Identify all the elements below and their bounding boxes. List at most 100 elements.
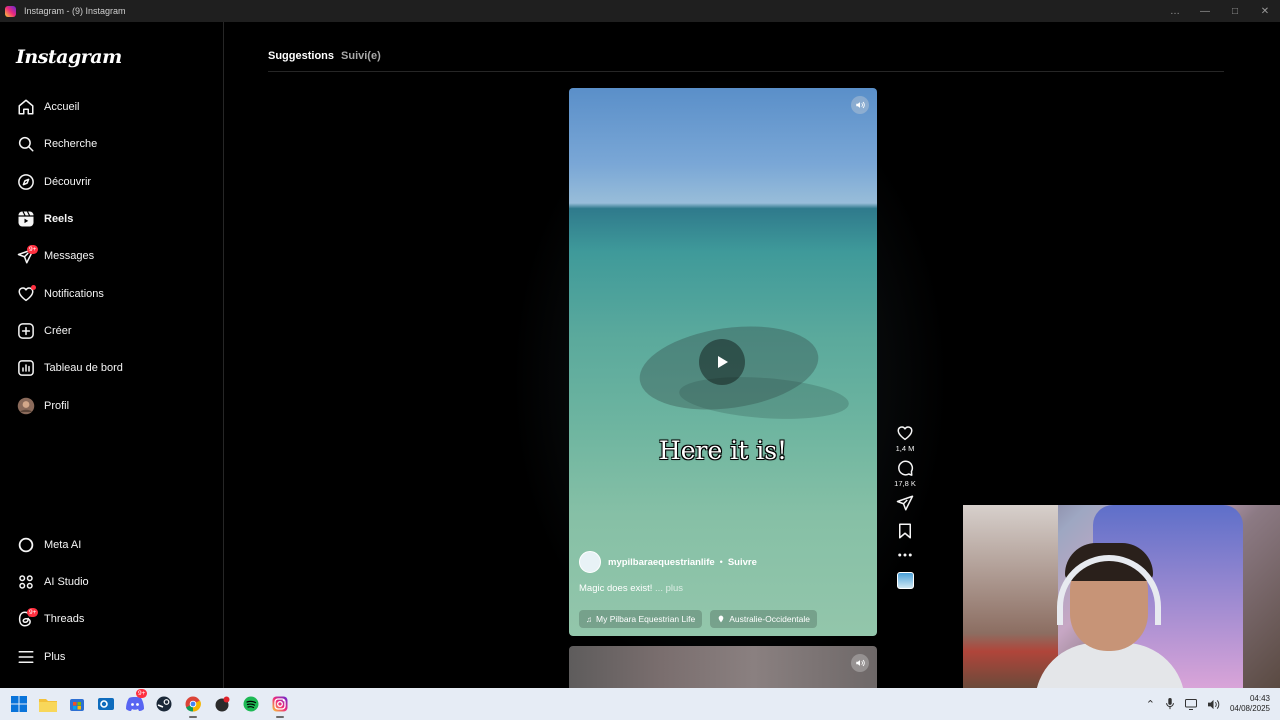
- instagram-logo[interactable]: Instagram: [16, 46, 122, 68]
- spotify-icon[interactable]: [240, 693, 262, 715]
- streamer: [1035, 543, 1185, 688]
- minimize-button[interactable]: —: [1190, 6, 1220, 17]
- discord-badge: 9+: [136, 689, 148, 698]
- menu-icon: [14, 645, 38, 669]
- display-icon[interactable]: [1184, 698, 1197, 710]
- separator: •: [719, 557, 723, 567]
- messages-badge: 9+: [27, 245, 39, 254]
- maximize-button[interactable]: □: [1220, 6, 1250, 17]
- more-options-icon[interactable]: …: [1160, 6, 1190, 17]
- location-name: Australie-Occidentale: [729, 614, 811, 624]
- sidebar-item-label: Découvrir: [44, 176, 92, 188]
- bookmark-icon[interactable]: [896, 522, 914, 540]
- ai-studio-icon: [14, 570, 38, 594]
- app-icon[interactable]: [211, 693, 233, 715]
- clock[interactable]: 04:43 04/08/2025: [1230, 694, 1270, 714]
- store-icon[interactable]: [66, 693, 88, 715]
- sidebar-item-profil[interactable]: Profil: [12, 390, 212, 422]
- reel-meta: ♫ My Pilbara Equestrian Life Australie-O…: [579, 610, 818, 628]
- volume-icon[interactable]: [1207, 699, 1220, 710]
- chevron-up-icon[interactable]: ⌃: [1146, 698, 1155, 711]
- play-icon: [718, 356, 728, 368]
- share-icon[interactable]: [896, 494, 914, 512]
- more-link[interactable]: ... plus: [655, 583, 683, 594]
- clock-date: 04/08/2025: [1229, 704, 1270, 713]
- discord-icon[interactable]: 9+: [124, 689, 148, 715]
- sidebar: Instagram Accueil Recherche Découvrir Re…: [0, 22, 224, 688]
- music-note-icon: ♫: [586, 614, 592, 624]
- instagram-icon[interactable]: [269, 693, 291, 718]
- sidebar-item-creer[interactable]: Créer: [12, 315, 212, 347]
- like-count: 1,4 M: [895, 444, 915, 453]
- location-pill[interactable]: Australie-Occidentale: [710, 610, 818, 628]
- chrome-icon[interactable]: [182, 693, 204, 718]
- sidebar-item-threads[interactable]: 9+ Threads: [12, 603, 212, 635]
- dashboard-icon: [14, 356, 38, 380]
- audio-pill[interactable]: ♫ My Pilbara Equestrian Life: [579, 610, 703, 628]
- sidebar-item-ai-studio[interactable]: AI Studio: [12, 566, 212, 598]
- sound-button[interactable]: [851, 96, 869, 114]
- sidebar-item-notifications[interactable]: Notifications: [12, 278, 212, 310]
- reel-author: mypilbaraequestrianlife • Suivre: [579, 551, 757, 573]
- sidebar-item-label: AI Studio: [44, 576, 89, 588]
- system-tray: ⌃ 04:43 04/08/2025: [1146, 688, 1270, 720]
- close-button[interactable]: ✕: [1250, 6, 1280, 17]
- sidebar-item-decouvrir[interactable]: Découvrir: [12, 166, 212, 198]
- outlook-icon[interactable]: [95, 693, 117, 715]
- meta-ai-icon: [14, 533, 38, 557]
- sidebar-item-label: Profil: [44, 400, 70, 412]
- audio-thumbnail[interactable]: [896, 572, 914, 589]
- threads-icon: 9+: [14, 607, 39, 631]
- sidebar-item-label: Threads: [44, 613, 85, 625]
- microphone-icon[interactable]: [1165, 698, 1175, 710]
- home-icon: [14, 95, 38, 119]
- author-username[interactable]: mypilbaraequestrianlife: [608, 557, 715, 568]
- more-options-icon[interactable]: [896, 550, 914, 560]
- webcam-overlay: [963, 505, 1280, 688]
- sidebar-item-label: Créer: [44, 325, 72, 337]
- tab-following[interactable]: Suivi(e): [341, 50, 381, 62]
- sidebar-item-label: Messages: [44, 250, 95, 262]
- play-button[interactable]: [699, 339, 745, 385]
- sidebar-item-meta-ai[interactable]: Meta AI: [12, 529, 212, 561]
- windows-start-icon[interactable]: [8, 693, 30, 715]
- file-explorer-icon[interactable]: [37, 693, 59, 715]
- avatar: [14, 394, 38, 418]
- next-reel-video[interactable]: [569, 646, 877, 688]
- sidebar-item-label: Plus: [44, 651, 66, 663]
- sidebar-item-messages[interactable]: 9+ Messages: [12, 240, 212, 272]
- like-heart-icon[interactable]: [896, 424, 914, 442]
- follow-button[interactable]: Suivre: [728, 557, 757, 568]
- tab-suggestions[interactable]: Suggestions: [268, 50, 334, 62]
- video-scene: [677, 372, 851, 424]
- sound-button[interactable]: [851, 654, 869, 672]
- heart-icon: [14, 282, 38, 306]
- sidebar-item-label: Reels: [44, 213, 74, 225]
- comment-icon[interactable]: [896, 459, 914, 477]
- taskbar: 9+ ⌃ 04:43 04/08/2025: [0, 688, 1280, 720]
- sidebar-item-tableau-de-bord[interactable]: Tableau de bord: [12, 352, 212, 384]
- sidebar-item-label: Recherche: [44, 138, 98, 150]
- sidebar-item-label: Accueil: [44, 101, 80, 113]
- video-overlay-caption: Here it is!: [658, 436, 788, 465]
- reels-icon: [14, 207, 38, 231]
- sidebar-item-label: Meta AI: [44, 539, 82, 551]
- plus-square-icon: [14, 319, 38, 343]
- description-text: Magic does exist!: [579, 583, 653, 594]
- sidebar-item-accueil[interactable]: Accueil: [12, 91, 212, 123]
- notification-dot: [31, 285, 36, 290]
- steam-icon[interactable]: [153, 693, 175, 715]
- sidebar-item-recherche[interactable]: Recherche: [12, 128, 212, 160]
- threads-badge: 9+: [27, 608, 39, 617]
- sidebar-item-plus[interactable]: Plus: [12, 641, 212, 673]
- reel-description: Magic does exist! ... plus: [579, 583, 683, 594]
- instagram-app-icon: [5, 5, 16, 17]
- window-title: Instagram - (9) Instagram: [24, 6, 126, 16]
- window-title-bar: Instagram - (9) Instagram … — □ ✕: [0, 0, 1280, 22]
- sidebar-item-label: Notifications: [44, 288, 104, 300]
- search-icon: [14, 132, 38, 156]
- sidebar-item-reels[interactable]: Reels: [12, 203, 212, 235]
- author-avatar[interactable]: [579, 551, 601, 573]
- compass-icon: [14, 170, 38, 194]
- reel-video[interactable]: Here it is! mypilbaraequestrianlife • Su…: [569, 88, 877, 636]
